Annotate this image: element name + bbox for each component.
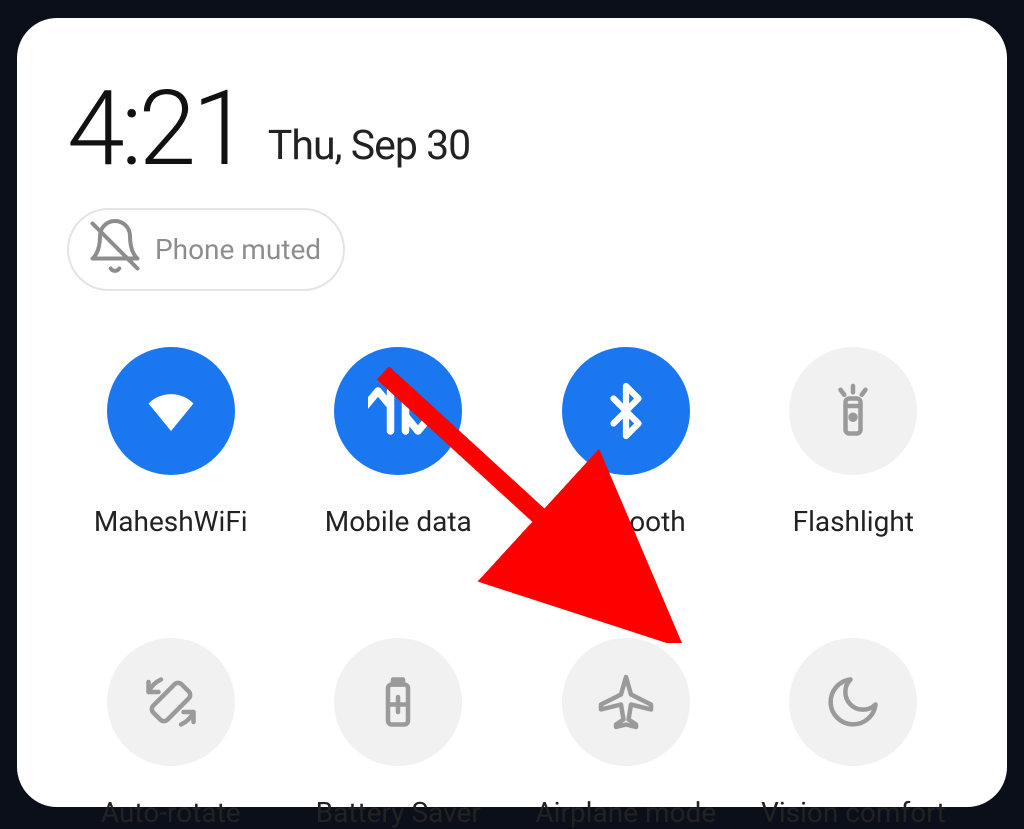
clock-row: 4:21 Thu, Sep 30 [67,78,967,182]
auto-rotate-icon [107,638,235,766]
vision-comfort-label: Vision comfort [761,796,946,829]
date: Thu, Sep 30 [268,122,470,170]
bluetooth-tile[interactable]: Bluetooth [526,347,726,538]
bluetooth-icon [562,347,690,475]
flashlight-tile[interactable]: Flashlight [753,347,953,538]
battery-saver-tile[interactable]: Battery Saver [298,638,498,829]
airplane-mode-tile[interactable]: Airplane mode [526,638,726,829]
quick-tiles-grid: MaheshWiFi Mobile data Bluetooth [57,347,967,829]
mobile-data-label: Mobile data [325,505,472,538]
battery-saver-icon [334,638,462,766]
wifi-icon [107,347,235,475]
auto-rotate-tile[interactable]: Auto-rotate [71,638,271,829]
mobile-data-tile[interactable]: Mobile data [298,347,498,538]
bell-mute-icon [85,216,145,283]
wifi-label: MaheshWiFi [94,505,248,538]
time: 4:21 [67,78,246,182]
wifi-tile[interactable]: MaheshWiFi [71,347,271,538]
phone-muted-pill[interactable]: Phone muted [67,208,345,291]
airplane-icon [562,638,690,766]
airplane-mode-label: Airplane mode [535,796,716,829]
quick-settings-panel: 4:21 Thu, Sep 30 Phone muted MaheshWiFi [17,18,1007,807]
vision-comfort-tile[interactable]: Vision comfort [753,638,953,829]
battery-saver-label: Battery Saver [316,796,481,829]
moon-icon [789,638,917,766]
auto-rotate-label: Auto-rotate [101,796,241,829]
flashlight-icon [789,347,917,475]
phone-muted-label: Phone muted [155,233,321,266]
mobile-data-icon [334,347,462,475]
bluetooth-label: Bluetooth [566,505,686,538]
flashlight-label: Flashlight [793,505,914,538]
